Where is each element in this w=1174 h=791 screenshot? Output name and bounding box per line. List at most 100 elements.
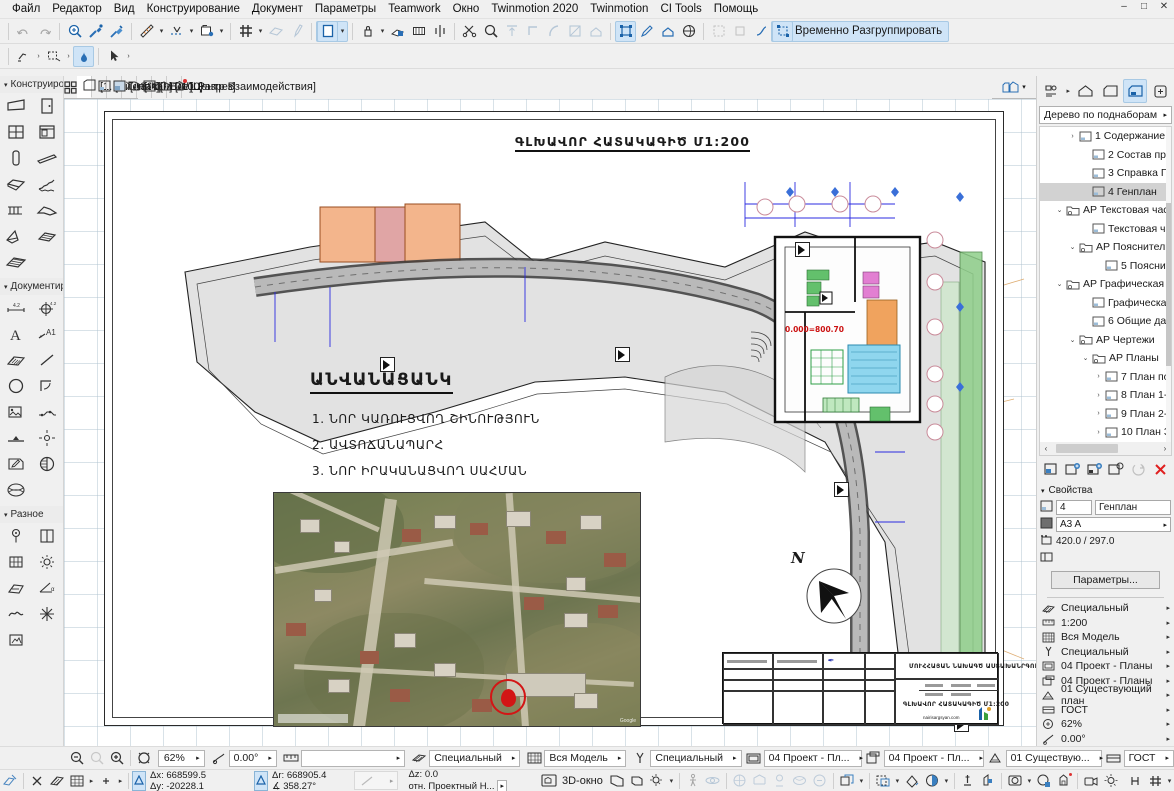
fit-window-icon[interactable] <box>134 748 154 768</box>
sun-icon[interactable] <box>32 601 64 627</box>
view-map-icon[interactable] <box>1099 79 1123 103</box>
scroll-right-arrow[interactable]: › <box>1159 444 1171 453</box>
group-dropdown-arrow[interactable]: ▾ <box>857 770 866 791</box>
group-settings-icon[interactable] <box>387 21 408 42</box>
grid-snap-icon[interactable] <box>235 21 256 42</box>
selection-tool-group[interactable]: ▾ <box>316 20 348 42</box>
3d-window-button[interactable]: 3D-окно <box>537 773 607 788</box>
menu-item-twinmotion[interactable]: Twinmotion <box>584 1 654 17</box>
column-icon[interactable] <box>0 145 32 171</box>
grid-view-icon[interactable] <box>64 76 77 98</box>
camera-icon[interactable] <box>0 523 32 549</box>
tree-item[interactable]: ⌄ АР Планы <box>1040 349 1171 368</box>
syringe-icon[interactable] <box>106 21 127 42</box>
door-icon[interactable] <box>32 93 64 119</box>
stair-icon[interactable] <box>32 171 64 197</box>
tab-section-a1[interactable]: [A/1 Разрез] <box>152 76 236 98</box>
penset-field[interactable]: Специальный ▸ <box>429 749 521 767</box>
mesh2-icon[interactable] <box>0 249 32 275</box>
menu-item-document[interactable]: Документ <box>246 1 309 17</box>
zoom-prev-icon[interactable] <box>87 748 107 768</box>
tabbar-overflow[interactable]: ▾ <box>992 76 1036 99</box>
align-top-icon[interactable] <box>501 21 522 42</box>
tree-twisty[interactable]: ⌄ <box>1053 280 1066 288</box>
hotspot-icon[interactable] <box>32 425 64 451</box>
search-zoom-icon[interactable] <box>480 21 501 42</box>
3d-cutaway-icon[interactable] <box>730 771 750 791</box>
orientation-field[interactable]: 0.00° ▸ <box>228 749 277 767</box>
angle-icon[interactable]: α <box>32 575 64 601</box>
tree-twisty[interactable]: › <box>1092 392 1105 399</box>
tree-twisty[interactable]: › <box>1066 133 1079 140</box>
lock-icon[interactable] <box>357 21 378 42</box>
split-icon[interactable] <box>166 21 187 42</box>
tree-item[interactable]: 6 Общие данные <box>1040 312 1171 331</box>
grid-element-icon[interactable] <box>0 549 32 575</box>
wand-dropdown-arrow[interactable]: ▾ <box>217 21 226 42</box>
tree-item[interactable]: 2 Состав проект <box>1040 146 1171 165</box>
tree-twisty[interactable]: › <box>1092 410 1105 417</box>
snap-point-icon[interactable] <box>96 771 116 791</box>
tree-item[interactable]: Текстовая часть <box>1040 220 1171 239</box>
window-icon[interactable] <box>0 119 32 145</box>
marquee-box-dropdown[interactable]: › <box>64 46 73 67</box>
text-icon[interactable]: A <box>0 321 32 347</box>
menu-item-edit[interactable]: Редактор <box>46 1 108 17</box>
tree-twisty[interactable]: ⌄ <box>1066 336 1079 344</box>
map-icon[interactable] <box>1074 79 1098 103</box>
polyline-icon[interactable] <box>32 373 64 399</box>
dimension-icon[interactable] <box>408 21 429 42</box>
navigator-icon[interactable] <box>1039 79 1063 103</box>
tree-item[interactable]: ⌄ АР Пояснительна <box>1040 238 1171 257</box>
menu-item-ci-tools[interactable]: CI Tools <box>654 1 707 17</box>
sun-dropdown-arrow[interactable]: ▾ <box>667 770 676 791</box>
paint-dropdown-arrow[interactable]: ▾ <box>942 770 951 791</box>
tab-floorplan[interactable]: [1. 1-й этаж] ✕ <box>77 76 186 98</box>
title-block[interactable]: ✒ ՄՈՒՀՀԱՅԱՆ ՆԱԽԱԳԾ ԱՍՏԱԽԱՆՐԳՈՒՄ ԳԼԽԱՎՈՐ … <box>722 652 1036 725</box>
tree-twisty[interactable]: › <box>1092 373 1105 380</box>
navigator-tree[interactable]: › 1 Содержание то 2 Состав проект 3 Справка… <box>1039 126 1172 456</box>
camera-tool-icon[interactable] <box>1005 771 1025 791</box>
pen-set-icon[interactable] <box>409 748 429 768</box>
slope-field[interactable]: ▸ <box>354 771 399 790</box>
chevron-right-icon[interactable]: ▸ <box>1166 619 1170 627</box>
paint-icon[interactable] <box>922 771 942 791</box>
layout-name-field[interactable]: Генплан <box>1095 500 1171 515</box>
marquee-arrow-icon[interactable] <box>13 46 34 67</box>
trace-icon[interactable] <box>47 771 67 791</box>
grid-snap2-icon[interactable] <box>1145 771 1165 791</box>
curve-icon[interactable] <box>0 601 32 627</box>
zoom-field[interactable]: 62% ▸ <box>158 749 205 767</box>
group-tool-icon[interactable] <box>837 771 857 791</box>
chevron-right-icon[interactable]: ▸ <box>1166 735 1170 743</box>
tree-item[interactable]: ⌄ АР Графическая ча <box>1040 275 1171 294</box>
arrow-select-icon[interactable] <box>103 46 124 67</box>
attribute-row-structure[interactable]: Вся Модель ▸ <box>1037 630 1174 645</box>
globe-icon[interactable] <box>678 21 699 42</box>
mvo-field[interactable]: 04 Проект - Пл... ▸ <box>883 749 984 767</box>
tree-horizontal-scrollbar[interactable]: ‹ › <box>1040 442 1171 455</box>
layout-id-field[interactable]: 4 <box>1056 500 1092 515</box>
magic-wand-icon[interactable] <box>196 21 217 42</box>
fill-tool-icon[interactable] <box>902 771 922 791</box>
orbit-icon[interactable] <box>703 771 723 791</box>
beam-icon[interactable] <box>32 145 64 171</box>
menu-item-design[interactable]: Конструирование <box>141 1 246 17</box>
mesh-icon[interactable] <box>32 223 64 249</box>
layer-field[interactable]: 04 Проект - Пл... ▸ <box>763 749 863 767</box>
layout-sheet[interactable]: 0.000=800.70 ԳԼԽԱՎՈՐ ՀԱՏԱԿԱԳԻԾ Մ1:200 ԱՆ… <box>104 111 1036 732</box>
tree-twisty[interactable]: ⌄ <box>1053 206 1066 214</box>
chevron-right-icon[interactable]: ▸ <box>1166 662 1170 670</box>
attribute-row-pen-set[interactable]: Специальный ▸ <box>1037 601 1174 616</box>
attribute-row-orientation[interactable]: 0.00° ▸ <box>1037 732 1174 747</box>
model-view-icon[interactable] <box>864 748 884 768</box>
chevron-right-icon[interactable]: ▸ <box>1166 604 1170 612</box>
menu-item-help[interactable]: Помощь <box>708 1 764 17</box>
fill-icon[interactable] <box>73 45 94 67</box>
marquee-arrow-dropdown[interactable]: › <box>34 46 43 67</box>
ungroup-icon[interactable] <box>772 20 793 42</box>
dimension-std-icon[interactable] <box>1104 748 1124 768</box>
params-button[interactable]: Параметры... <box>1051 571 1160 589</box>
import-layout-icon[interactable] <box>1085 457 1105 481</box>
dimstd-field[interactable]: ГОСТ ▸ <box>1123 749 1174 767</box>
